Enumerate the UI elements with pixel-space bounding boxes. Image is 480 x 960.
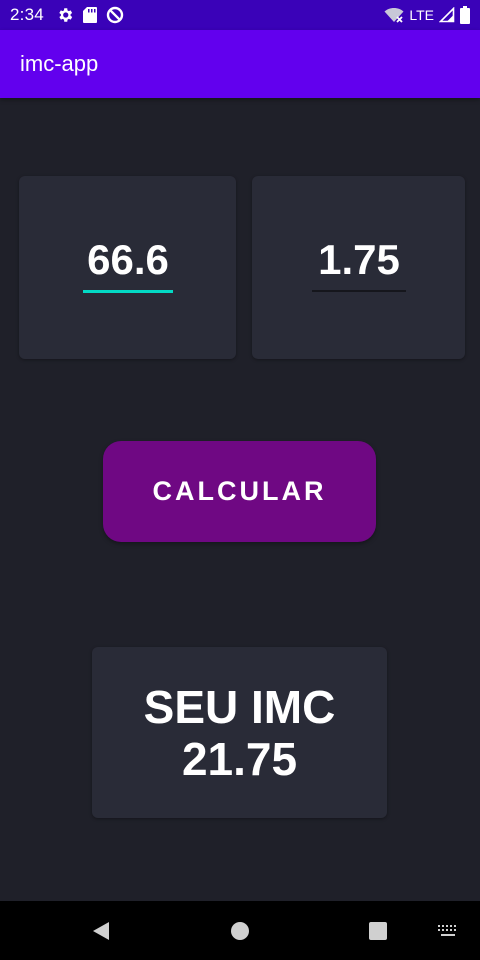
network-type: LTE: [409, 7, 434, 23]
recents-icon[interactable]: [366, 919, 390, 943]
status-left: 2:34: [10, 5, 124, 25]
home-icon[interactable]: [228, 919, 252, 943]
app-bar: imc-app: [0, 30, 480, 98]
app-title: imc-app: [20, 51, 99, 76]
status-right: LTE: [384, 6, 470, 24]
calculate-button[interactable]: CALCULAR: [103, 441, 376, 542]
weight-card: 66.6: [19, 176, 236, 359]
status-bar: 2:34 LTE: [0, 0, 480, 30]
sd-card-icon: [82, 6, 98, 24]
back-icon[interactable]: [88, 918, 114, 944]
battery-icon: [460, 6, 470, 24]
weight-input[interactable]: 66.6: [83, 236, 173, 293]
height-card: 1.75: [252, 176, 465, 359]
height-input[interactable]: 1.75: [312, 236, 406, 292]
signal-icon: [439, 7, 455, 23]
gear-icon: [56, 6, 74, 24]
result-card: SEU IMC 21.75: [92, 647, 387, 818]
wifi-icon: [384, 6, 404, 24]
result-value: 21.75: [181, 732, 298, 785]
result-label: SEU IMC: [143, 680, 336, 733]
keyboard-icon[interactable]: [436, 923, 460, 939]
do-not-disturb-icon: [106, 6, 124, 24]
navigation-bar: [0, 901, 480, 960]
status-time: 2:34: [10, 5, 44, 24]
